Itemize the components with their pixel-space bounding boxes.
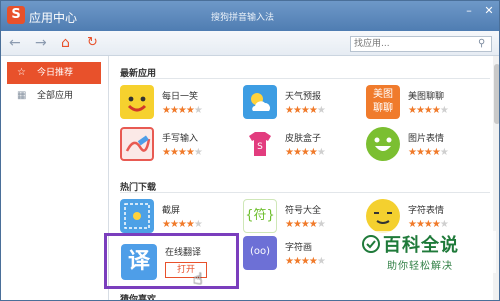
sidebar-item-today[interactable]: ☆ 今日推荐 — [7, 62, 101, 84]
app-name: 字符表情 — [408, 206, 445, 216]
rating-stars: ★★★★★ — [162, 147, 203, 158]
section-title-guess: 猜你喜欢 — [120, 295, 157, 301]
rating-stars: ★★★★★ — [408, 105, 449, 116]
grid-icon: ▦ — [17, 90, 27, 101]
app-name: 在线翻译 — [165, 248, 202, 258]
divider — [120, 192, 490, 193]
rating-stars: ★★★★★ — [408, 219, 449, 230]
watermark-title: 百科全说 — [383, 235, 459, 256]
smile-face-icon — [120, 85, 154, 119]
app-name: 每日一笑 — [162, 92, 199, 102]
watermark-subtitle: 助你轻松解决 — [387, 261, 453, 272]
home-icon[interactable]: ⌂ — [61, 35, 70, 51]
toolbar: ← → ⌂ ↻ ⚲ — [1, 31, 499, 56]
rating-stars: ★★★★★ — [285, 147, 326, 158]
app-card[interactable]: 天气预报 ★★★★★ — [243, 85, 363, 123]
app-card[interactable]: (oo) 字符画 ★★★★★ — [243, 236, 363, 274]
screenshot-icon — [120, 199, 154, 233]
search-input[interactable] — [350, 36, 492, 52]
minimize-button[interactable]: – — [461, 4, 477, 18]
app-card[interactable]: 每日一笑 ★★★★★ — [120, 85, 240, 123]
rating-stars: ★★★★★ — [162, 105, 203, 116]
search-icon[interactable]: ⚲ — [478, 38, 485, 49]
watermark: 百科全说 助你轻松解决 — [361, 231, 496, 273]
back-arrow-icon[interactable]: ← — [9, 35, 21, 51]
symbol-icon: {符} — [243, 199, 277, 233]
app-name: 图片表情 — [408, 134, 445, 144]
app-center-window: S 应用中心 搜狗拼音输入法 – ✕ ← → ⌂ ↻ ⚲ ☆ 今日推荐 ▦ 全部… — [0, 0, 500, 301]
forward-arrow-icon[interactable]: → — [35, 35, 47, 51]
rating-stars: ★★★★★ — [285, 219, 326, 230]
app-card[interactable]: 截屏 ★★★★★ — [120, 199, 240, 237]
meitu-icon: 美图 聊聊 — [366, 85, 400, 119]
app-name: 手写输入 — [162, 134, 199, 144]
app-card[interactable]: 手写输入 ★★★★★ — [120, 127, 240, 165]
sidebar-item-all[interactable]: ▦ 全部应用 — [7, 85, 101, 107]
app-card[interactable]: {符} 符号大全 ★★★★★ — [243, 199, 363, 237]
app-name: 美图聊聊 — [408, 92, 445, 102]
hand-cursor-icon: ☝ — [193, 269, 203, 288]
char-art-icon: (oo) — [243, 236, 277, 270]
app-title: 应用中心 — [29, 11, 78, 25]
sogou-logo-icon: S — [7, 6, 25, 24]
app-name: 符号大全 — [285, 206, 322, 216]
scrollbar-thumb[interactable] — [494, 64, 499, 124]
rating-stars: ★★★★★ — [162, 219, 203, 230]
rating-stars: ★★★★★ — [285, 256, 326, 267]
sidebar-item-label: 今日推荐 — [37, 68, 74, 78]
window-title: 搜狗拼音输入法 — [211, 13, 275, 23]
title-bar: S 应用中心 搜狗拼音输入法 – ✕ — [1, 1, 499, 31]
app-name: 天气预报 — [285, 92, 322, 102]
weather-icon — [243, 85, 277, 119]
star-icon: ☆ — [17, 67, 26, 78]
baike-logo-icon — [362, 235, 380, 253]
skin-box-icon: S — [243, 127, 277, 161]
emoji-face-icon — [366, 127, 400, 161]
app-card[interactable]: 美图 聊聊 美图聊聊 ★★★★★ — [366, 85, 486, 123]
app-name: 截屏 — [162, 206, 181, 216]
sidebar: ☆ 今日推荐 ▦ 全部应用 — [1, 56, 109, 300]
refresh-icon[interactable]: ↻ — [87, 35, 98, 51]
app-card[interactable]: S 皮肤盒子 ★★★★★ — [243, 127, 363, 165]
app-name: 皮肤盒子 — [285, 134, 322, 144]
rating-stars: ★★★★★ — [285, 105, 326, 116]
svg-text:S: S — [257, 142, 263, 152]
rating-stars: ★★★★★ — [408, 147, 449, 158]
app-card[interactable]: 图片表情 ★★★★★ — [366, 127, 486, 165]
app-name: 字符画 — [285, 243, 313, 253]
translate-icon: 译 — [121, 244, 157, 280]
handwrite-icon — [120, 127, 154, 161]
divider — [120, 78, 490, 79]
char-emoji-icon — [366, 199, 400, 233]
sidebar-item-label: 全部应用 — [37, 91, 74, 101]
close-button[interactable]: ✕ — [481, 4, 497, 18]
